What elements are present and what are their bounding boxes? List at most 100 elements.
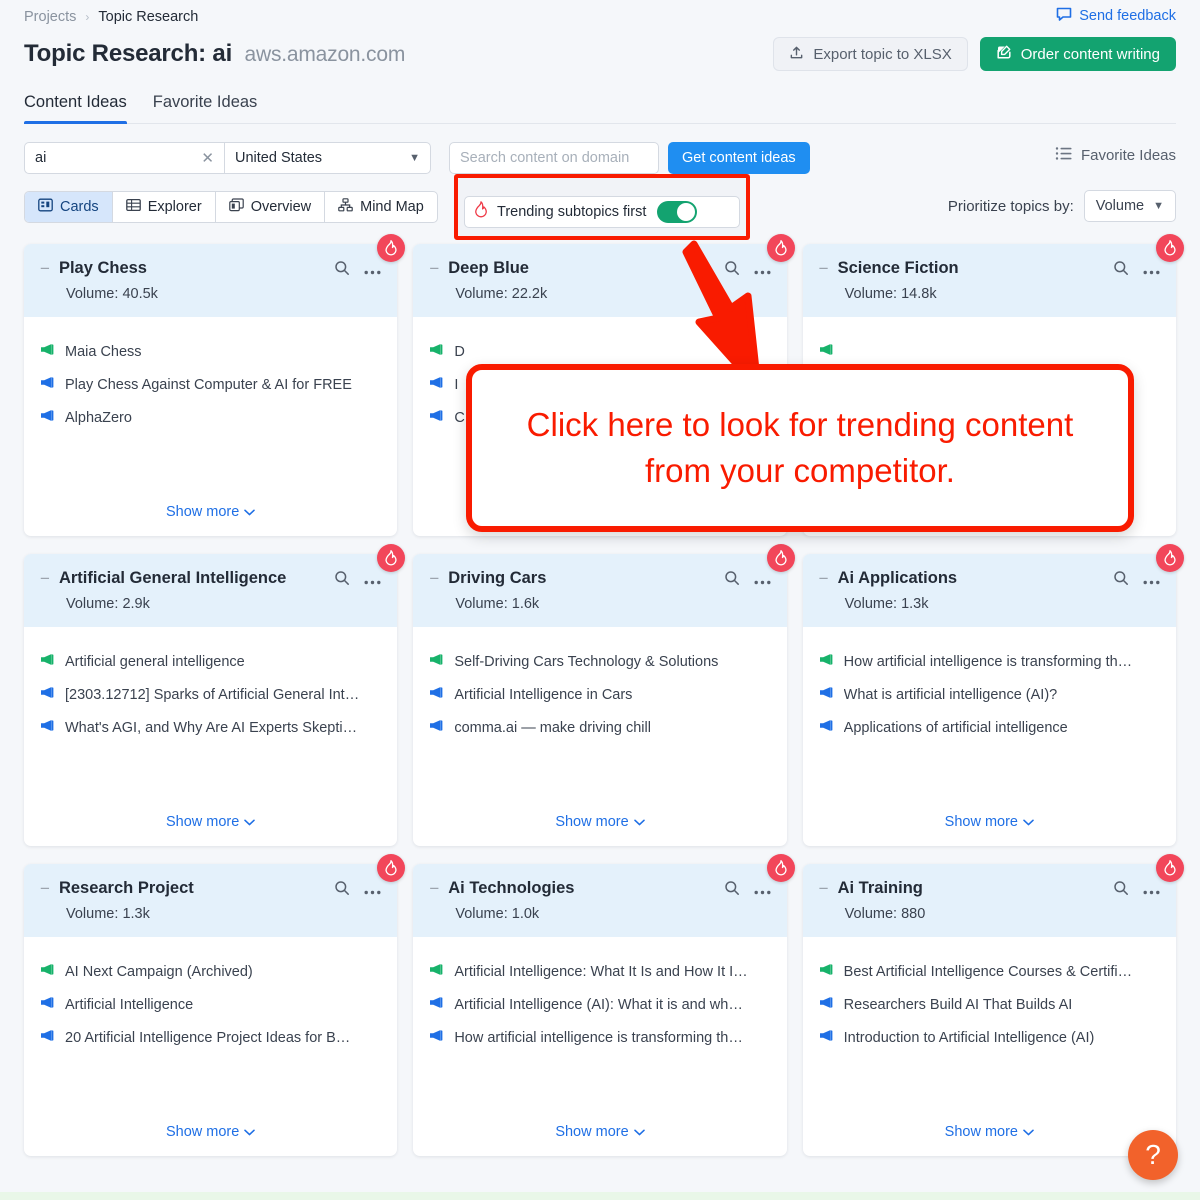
idea-item[interactable]: What is artificial intelligence (AI)? xyxy=(819,686,1160,705)
idea-item[interactable]: Maia Chess xyxy=(40,343,381,362)
show-more-button[interactable]: Show more xyxy=(413,804,786,846)
idea-item[interactable]: [2303.12712] Sparks of Artificial Genera… xyxy=(40,686,381,705)
idea-item[interactable]: Introduction to Artificial Intelligence … xyxy=(819,1029,1160,1048)
collapse-icon[interactable]: − xyxy=(429,880,439,897)
idea-item[interactable]: What's AGI, and Why Are AI Experts Skept… xyxy=(40,719,381,738)
search-icon[interactable] xyxy=(334,260,350,281)
view-explorer[interactable]: Explorer xyxy=(113,192,216,222)
search-icon[interactable] xyxy=(1113,260,1129,281)
topic-card[interactable]: − Play Chess Volume: 40.5k Maia Chess Play C… xyxy=(24,234,406,536)
idea-item[interactable]: Researchers Build AI That Builds AI xyxy=(819,996,1160,1015)
idea-item[interactable]: Artificial Intelligence xyxy=(40,996,381,1015)
idea-item[interactable]: Artificial general intelligence xyxy=(40,653,381,672)
collapse-icon[interactable]: − xyxy=(40,260,50,277)
more-options-icon[interactable] xyxy=(754,572,771,590)
idea-item[interactable]: Artificial Intelligence (AI): What it is… xyxy=(429,996,770,1015)
page-title-prefix: Topic Research: xyxy=(24,40,206,67)
idea-label: Applications of artificial intelligence xyxy=(843,719,1068,736)
collapse-icon[interactable]: − xyxy=(40,570,50,587)
show-more-button[interactable]: Show more xyxy=(413,1114,786,1156)
tab-favorite-ideas[interactable]: Favorite Ideas xyxy=(153,93,258,123)
database-select[interactable]: United States ▼ xyxy=(224,142,431,174)
collapse-icon[interactable]: − xyxy=(819,260,829,277)
order-content-writing-button[interactable]: Order content writing xyxy=(979,37,1176,71)
idea-item[interactable]: Self-Driving Cars Technology & Solutions xyxy=(429,653,770,672)
card-volume-prefix: Volume: xyxy=(66,906,119,922)
more-options-icon[interactable] xyxy=(1143,882,1160,900)
more-options-icon[interactable] xyxy=(1143,262,1160,280)
idea-item[interactable] xyxy=(819,343,1160,362)
collapse-icon[interactable]: − xyxy=(819,570,829,587)
card-volume: Volume: 880 xyxy=(845,906,1160,922)
tab-content-ideas[interactable]: Content Ideas xyxy=(24,93,127,124)
card-volume-value: 14.8k xyxy=(901,286,937,302)
trending-subtopics-toggle[interactable] xyxy=(657,201,698,223)
collapse-icon[interactable]: − xyxy=(429,570,439,587)
idea-item[interactable]: Best Artificial Intelligence Courses & C… xyxy=(819,963,1160,982)
card-volume: Volume: 1.6k xyxy=(455,596,770,612)
idea-item[interactable]: AI Next Campaign (Archived) xyxy=(40,963,381,982)
card-title: Play Chess xyxy=(58,259,147,277)
collapse-icon[interactable]: − xyxy=(429,260,439,277)
collapse-icon[interactable]: − xyxy=(819,880,829,897)
topic-card[interactable]: − Research Project Volume: 1.3k AI Next Cam… xyxy=(24,854,406,1156)
idea-item[interactable]: How artificial intelligence is transform… xyxy=(429,1029,770,1048)
more-options-icon[interactable] xyxy=(364,572,381,590)
show-more-button[interactable]: Show more xyxy=(803,1114,1176,1156)
topic-card[interactable]: − Ai Applications Volume: 1.3k How artifici… xyxy=(802,544,1184,846)
more-options-icon[interactable] xyxy=(364,882,381,900)
topic-card[interactable]: − Ai Training Volume: 880 Best Artificial I… xyxy=(802,854,1184,1156)
idea-item[interactable]: 20 Artificial Intelligence Project Ideas… xyxy=(40,1029,381,1048)
show-more-button[interactable]: Show more xyxy=(24,804,397,846)
idea-label: Introduction to Artificial Intelligence … xyxy=(843,1029,1095,1046)
card-header: − Ai Applications Volume: 1.3k xyxy=(802,554,1176,627)
search-icon[interactable] xyxy=(724,880,740,901)
idea-item[interactable]: Applications of artificial intelligence xyxy=(819,719,1160,738)
prioritize-select[interactable]: Volume ▼ xyxy=(1083,190,1176,222)
clear-icon[interactable]: ✕ xyxy=(201,149,214,167)
card-header: − Science Fiction Volume: 14.8k xyxy=(802,244,1176,317)
topic-card[interactable]: − Artificial General Intelligence Volume: … xyxy=(24,544,406,846)
export-xlsx-button[interactable]: Export topic to XLSX xyxy=(773,37,968,71)
idea-item[interactable]: Artificial Intelligence in Cars xyxy=(429,686,770,705)
help-button[interactable]: ? xyxy=(1128,1130,1178,1180)
breadcrumb-projects[interactable]: Projects xyxy=(24,9,76,25)
view-overview[interactable]: Overview xyxy=(216,192,326,222)
show-more-label: Show more xyxy=(555,1124,629,1140)
topic-card[interactable]: − Driving Cars Volume: 1.6k Self-Driving Ca… xyxy=(413,544,795,846)
search-icon[interactable] xyxy=(1113,880,1129,901)
megaphone-icon xyxy=(40,376,55,395)
collapse-icon[interactable]: − xyxy=(40,880,50,897)
keyword-input[interactable]: ai ✕ xyxy=(24,142,224,174)
more-options-icon[interactable] xyxy=(1143,572,1160,590)
search-icon[interactable] xyxy=(334,570,350,591)
idea-item[interactable]: Artificial Intelligence: What It Is and … xyxy=(429,963,770,982)
megaphone-icon xyxy=(429,996,444,1015)
get-content-ideas-button[interactable]: Get content ideas xyxy=(668,142,810,174)
title-row: Topic Research: ai aws.amazon.com Export… xyxy=(24,37,1176,71)
show-more-button[interactable]: Show more xyxy=(24,1114,397,1156)
search-icon[interactable] xyxy=(724,570,740,591)
view-cards[interactable]: Cards xyxy=(25,192,113,222)
search-icon[interactable] xyxy=(1113,570,1129,591)
favorite-ideas-link[interactable]: Favorite Ideas xyxy=(1055,146,1176,165)
card-title: Ai Training xyxy=(837,879,923,897)
trending-subtopics-control[interactable]: Trending subtopics first xyxy=(464,196,740,228)
trending-flame-badge xyxy=(766,544,795,572)
domain-search-input[interactable]: Search content on domain xyxy=(449,142,659,174)
more-options-icon[interactable] xyxy=(364,262,381,280)
idea-label: Self-Driving Cars Technology & Solutions xyxy=(454,654,719,670)
send-feedback-link[interactable]: Send feedback xyxy=(1056,6,1176,26)
topic-card[interactable]: − Ai Technologies Volume: 1.0k Artificial I… xyxy=(413,854,795,1156)
idea-item[interactable]: comma.ai — make driving chill xyxy=(429,719,770,738)
idea-item[interactable]: Play Chess Against Computer & AI for FRE… xyxy=(40,376,381,395)
prioritize-group: Prioritize topics by: Volume ▼ xyxy=(948,190,1176,222)
more-options-icon[interactable] xyxy=(754,882,771,900)
toggle-knob xyxy=(677,203,696,221)
show-more-button[interactable]: Show more xyxy=(24,494,397,536)
search-icon[interactable] xyxy=(334,880,350,901)
view-mind-map[interactable]: Mind Map xyxy=(325,192,437,222)
idea-item[interactable]: AlphaZero xyxy=(40,409,381,428)
show-more-button[interactable]: Show more xyxy=(803,804,1176,846)
idea-item[interactable]: How artificial intelligence is transform… xyxy=(819,653,1160,672)
